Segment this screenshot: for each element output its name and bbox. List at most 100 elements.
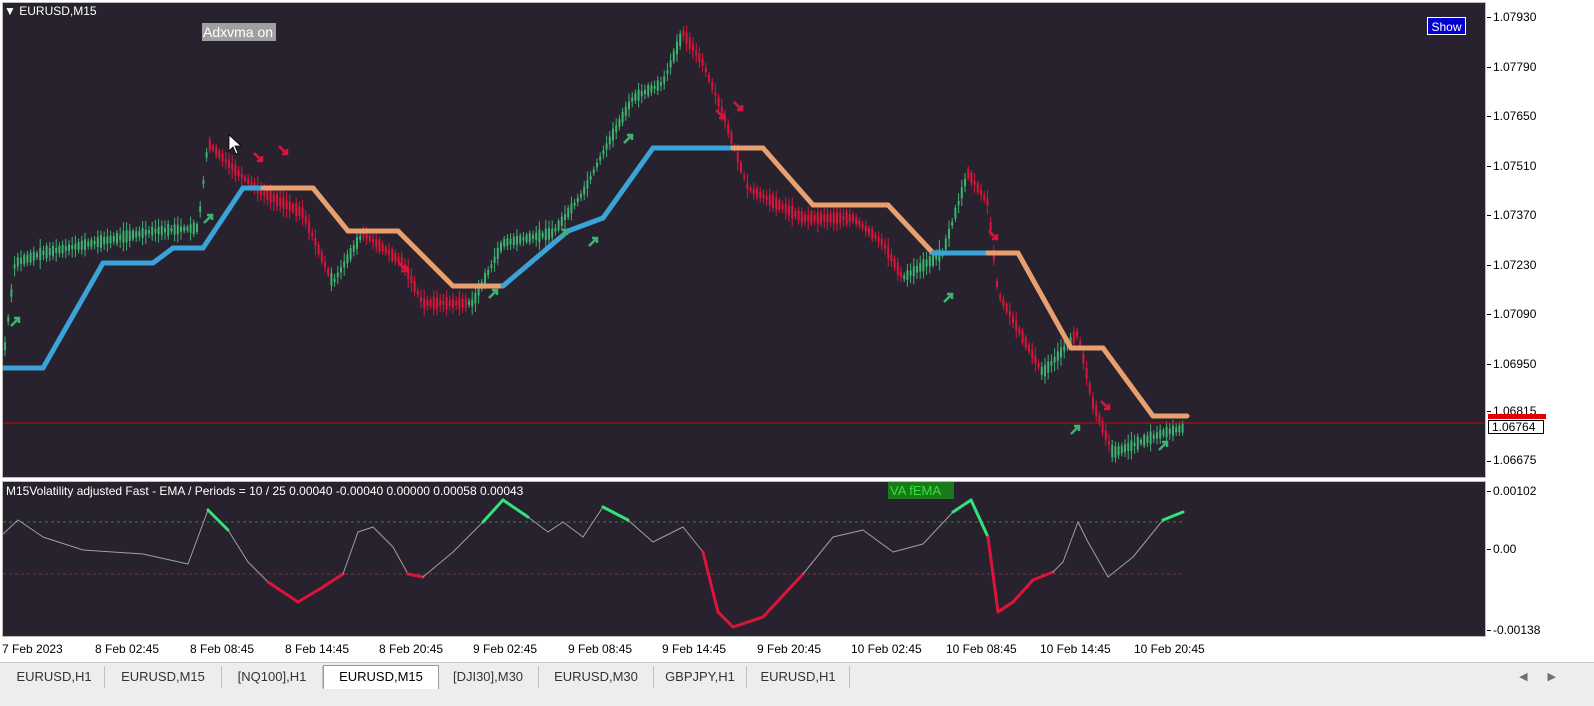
oscillator-segment	[562, 521, 584, 538]
scroll-right-icon[interactable]: ▶	[1548, 671, 1576, 683]
indicator-pane[interactable]	[2, 481, 1486, 637]
tab-eurusd-m30[interactable]: EURUSD,M30	[539, 666, 654, 688]
show-button[interactable]: Show	[1427, 17, 1466, 35]
candle-body	[804, 214, 806, 222]
candle-body	[199, 206, 202, 213]
candle-body	[602, 150, 605, 155]
candle-body	[26, 254, 29, 263]
buy-arrow-icon	[588, 236, 599, 247]
candle-body	[327, 268, 330, 275]
buy-arrow-icon	[10, 316, 21, 327]
price-tick-label: 1.07930	[1493, 10, 1537, 24]
candle-body	[698, 53, 701, 62]
axis-tick	[1487, 265, 1491, 266]
candle-body	[52, 246, 54, 256]
candle-body	[100, 235, 102, 248]
candle-body	[36, 252, 38, 258]
candle-body	[919, 262, 922, 272]
candle-body	[32, 251, 35, 261]
oscillator-segment	[206, 508, 230, 532]
candle-body	[900, 271, 902, 278]
oscillator-segment	[1077, 521, 1089, 543]
candle-body	[535, 232, 538, 241]
adxvma-segment	[395, 228, 456, 289]
adxvma-segment	[600, 145, 656, 221]
oscillator-segment	[1132, 519, 1164, 558]
tab-nq100-h1[interactable]: [NQ100],H1	[222, 666, 323, 688]
price-tick-label: 1.06675	[1493, 453, 1537, 467]
axis-tick	[1487, 314, 1491, 315]
candle-body	[167, 224, 170, 236]
candle-body	[880, 238, 883, 246]
candle-body	[509, 238, 512, 245]
adxvma-segment	[40, 260, 106, 371]
candle-body	[247, 178, 250, 184]
tab-eurusd-h1[interactable]: EURUSD,H1	[4, 666, 105, 688]
candle-body	[13, 264, 16, 269]
candle-body	[800, 211, 803, 223]
candle-body	[324, 261, 326, 267]
candle-body	[1114, 446, 1117, 458]
candle-body	[132, 230, 134, 240]
sell-arrow-icon	[398, 262, 409, 273]
symbol-label: ▼ EURUSD,M15	[4, 4, 97, 18]
indicator-tick-label: -0.00138	[1493, 623, 1541, 637]
candle-body	[884, 244, 886, 249]
candle-body	[160, 225, 163, 235]
candle-body	[1098, 414, 1101, 424]
indicator-badge[interactable]: VA fEMA	[888, 482, 954, 499]
chart-menu-triangle-icon[interactable]: ▼	[4, 4, 16, 18]
candle-body	[228, 160, 230, 168]
current-price-tag: 1.06764	[1488, 420, 1544, 434]
axis-tick	[1487, 411, 1491, 412]
candle-body	[528, 233, 531, 243]
candle-body	[922, 259, 925, 272]
candle-body	[868, 228, 870, 235]
candle-body	[999, 294, 1002, 299]
scroll-left-icon[interactable]: ◀	[1519, 671, 1547, 683]
price-pane[interactable]	[2, 2, 1486, 478]
candle-body	[93, 240, 96, 245]
candle-body	[330, 272, 333, 286]
candle-body	[794, 211, 797, 217]
candle-body	[388, 250, 390, 255]
tab-eurusd-m15-active[interactable]: EURUSD,M15	[323, 665, 439, 689]
candle-body	[816, 212, 819, 224]
oscillator-segment	[342, 531, 359, 575]
candle-body	[1008, 311, 1011, 317]
candle-body	[656, 80, 659, 91]
candle-body	[612, 128, 614, 141]
candle-body	[103, 237, 106, 245]
candle-body	[973, 180, 976, 186]
tab-dji30-m30[interactable]: [DJI30],M30	[438, 666, 539, 688]
time-axis[interactable]: 7 Feb 2023 8 Feb 02:45 8 Feb 08:45 8 Feb…	[0, 638, 1486, 660]
candle-body	[1092, 397, 1094, 409]
tab-eurusd-h1-2[interactable]: EURUSD,H1	[747, 666, 850, 688]
candle-body	[122, 231, 125, 243]
candle-body	[583, 186, 586, 195]
candle-body	[298, 206, 301, 216]
candle-body	[304, 215, 307, 224]
candle-body	[516, 235, 518, 245]
candle-body	[58, 245, 61, 254]
candle-body	[420, 296, 422, 302]
candle-body	[68, 244, 70, 252]
oscillator-segment	[1011, 578, 1035, 604]
adxvma-toggle[interactable]: Adxvma on	[202, 23, 276, 41]
candle-body	[1095, 405, 1098, 417]
chart-window[interactable]: ▼ EURUSD,M15 Adxvma on Show M15Volatilit…	[0, 0, 1594, 662]
candle-body	[954, 207, 957, 219]
candle-body	[701, 59, 704, 66]
candle-body	[71, 245, 74, 250]
tab-scroll-arrows[interactable]: ◀▶	[1519, 670, 1576, 683]
candle-body	[634, 93, 637, 101]
symbol-text: EURUSD,M15	[19, 4, 97, 18]
price-axis[interactable]: 1.07930 1.07790 1.07650 1.07510 1.07370 …	[1487, 0, 1547, 640]
candle-body	[647, 85, 650, 96]
tab-gbpjpy-h1[interactable]: GBPJPY,H1	[654, 666, 747, 688]
candle-body	[532, 235, 534, 239]
tab-eurusd-m15[interactable]: EURUSD,M15	[105, 666, 222, 688]
candle-body	[151, 226, 154, 236]
candle-body	[349, 248, 352, 260]
candle-body	[826, 213, 829, 223]
